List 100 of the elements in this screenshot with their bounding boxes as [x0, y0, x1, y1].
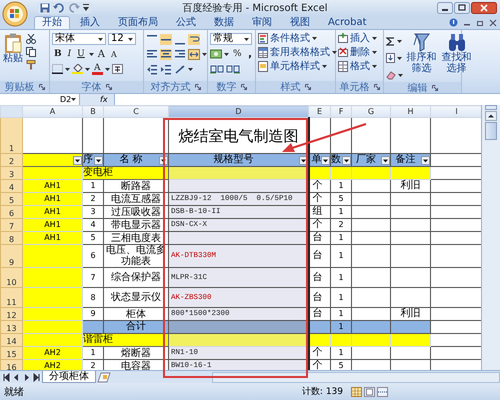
style-command[interactable]: 条件格式 — [258, 32, 333, 45]
row-header[interactable]: 13 — [0, 320, 22, 334]
row-header[interactable]: 3 — [0, 166, 22, 180]
caret-icon[interactable] — [65, 68, 70, 70]
scroll-up-icon[interactable] — [485, 111, 498, 121]
increase-decimal-icon[interactable] — [210, 64, 224, 74]
percent-button[interactable]: % — [231, 48, 244, 60]
maximize-icon[interactable] — [454, 2, 470, 14]
vertical-scrollbar[interactable] — [481, 105, 500, 370]
help-icon[interactable] — [449, 18, 458, 27]
scroll-thumb[interactable] — [485, 122, 498, 140]
align-left-icon[interactable] — [146, 48, 158, 60]
dialog-launcher-icon[interactable] — [240, 84, 246, 90]
font-color-button[interactable]: A — [92, 64, 102, 74]
phonetic-icon[interactable] — [112, 64, 122, 74]
border-icon[interactable] — [52, 64, 63, 74]
row-header[interactable]: 12 — [0, 308, 22, 320]
dialog-launcher-icon[interactable] — [106, 84, 112, 90]
dialog-launcher-icon[interactable] — [374, 84, 380, 90]
customize-icon[interactable] — [83, 4, 89, 12]
save-icon[interactable] — [40, 3, 50, 13]
filter-dropdown-icon[interactable] — [421, 156, 430, 164]
formula-input[interactable] — [114, 94, 500, 105]
horizontal-scrollbar[interactable] — [212, 372, 500, 382]
align-middle-icon[interactable] — [160, 34, 172, 44]
filter-dropdown-icon[interactable] — [321, 156, 330, 164]
column-header[interactable]: A — [22, 106, 82, 118]
page-layout-icon[interactable] — [364, 386, 375, 396]
dialog-launcher-icon[interactable] — [38, 84, 44, 90]
close-icon[interactable] — [471, 2, 497, 14]
cells-command[interactable]: 删除 — [338, 46, 381, 59]
row-header[interactable]: 14 — [0, 334, 22, 346]
close-icon[interactable] — [489, 19, 497, 27]
italic-button[interactable]: I — [66, 48, 74, 60]
currency-icon[interactable] — [210, 49, 222, 59]
cells-command[interactable]: 格式 — [338, 60, 381, 73]
column-header[interactable]: B — [82, 106, 104, 118]
grow-font-button[interactable]: A — [96, 48, 107, 60]
row-header[interactable]: 7 — [0, 218, 22, 232]
row-header[interactable]: 4 — [0, 180, 22, 192]
wrap-text-icon[interactable] — [188, 34, 200, 44]
last-sheet-icon[interactable] — [32, 372, 41, 382]
font-name-field[interactable]: 宋体 — [52, 33, 106, 45]
caret-icon[interactable] — [104, 68, 110, 70]
underline-button[interactable]: U — [75, 48, 87, 60]
copy-icon[interactable] — [26, 47, 36, 57]
first-sheet-icon[interactable] — [2, 372, 11, 382]
align-center-icon[interactable] — [160, 48, 172, 60]
caret-icon[interactable] — [202, 52, 207, 56]
caret-icon[interactable] — [224, 52, 229, 56]
sum-icon[interactable] — [386, 36, 395, 46]
ribbon-tab[interactable]: 公式 — [168, 16, 204, 29]
row-header[interactable]: 15 — [0, 346, 22, 360]
row-header[interactable]: 16 — [0, 360, 22, 370]
shrink-font-button[interactable]: A — [109, 48, 119, 60]
paste-button[interactable]: 粘贴 — [2, 32, 24, 81]
column-header[interactable]: F — [330, 106, 352, 118]
name-box[interactable]: D2 — [0, 94, 80, 105]
fill-icon[interactable] — [386, 53, 395, 63]
scissors-icon[interactable] — [26, 34, 36, 44]
ribbon-tab[interactable]: 视图 — [282, 16, 318, 29]
ribbon-tab[interactable]: 数据 — [206, 16, 242, 29]
insert-function-button[interactable]: fx — [80, 94, 114, 105]
undo-icon[interactable] — [53, 3, 65, 13]
row-header[interactable]: 8 — [0, 232, 22, 244]
caret-icon[interactable] — [85, 68, 90, 70]
caret-icon[interactable] — [188, 68, 193, 70]
row-header[interactable]: 2 — [0, 154, 22, 166]
increase-indent-icon[interactable] — [160, 64, 172, 74]
sheet-tab[interactable]: 分项柜体 — [42, 371, 96, 383]
decrease-decimal-icon[interactable] — [226, 64, 240, 74]
row-header[interactable]: 1 — [0, 118, 22, 154]
row-header[interactable]: 11 — [0, 288, 22, 308]
bold-button[interactable]: B — [52, 48, 64, 60]
editing-command[interactable]: 查找和选择 — [440, 32, 473, 82]
caret-icon[interactable] — [88, 52, 94, 56]
fill-bucket-icon[interactable] — [72, 64, 83, 74]
caret-icon[interactable] — [397, 40, 402, 42]
eraser-icon[interactable] — [386, 70, 396, 80]
style-command[interactable]: 单元格样式 — [258, 60, 333, 73]
dialog-launcher-icon[interactable] — [304, 84, 310, 90]
caret-icon[interactable] — [398, 74, 403, 76]
style-command[interactable]: 套用表格格式 — [258, 46, 333, 59]
row-header[interactable]: 6 — [0, 206, 22, 218]
merge-center-icon[interactable] — [188, 48, 200, 60]
cells-command[interactable]: 插入 — [338, 32, 381, 45]
ribbon-tab[interactable]: 页面布局 — [110, 16, 166, 29]
new-sheet-icon[interactable] — [97, 372, 111, 382]
row-header[interactable]: 9 — [0, 244, 22, 268]
normal-view-icon[interactable] — [351, 386, 362, 396]
dialog-launcher-icon[interactable] — [194, 84, 200, 90]
filter-dropdown-icon[interactable] — [381, 156, 390, 164]
ribbon-tab[interactable]: 开始 — [34, 16, 70, 29]
page-break-icon[interactable] — [377, 386, 388, 396]
row-header[interactable]: 5 — [0, 192, 22, 206]
brush-icon[interactable] — [26, 60, 36, 70]
filter-dropdown-icon[interactable] — [342, 156, 351, 164]
orientation-icon[interactable] — [174, 64, 186, 74]
decrease-indent-icon[interactable] — [146, 64, 158, 74]
ribbon-tab[interactable]: 插入 — [72, 16, 108, 29]
